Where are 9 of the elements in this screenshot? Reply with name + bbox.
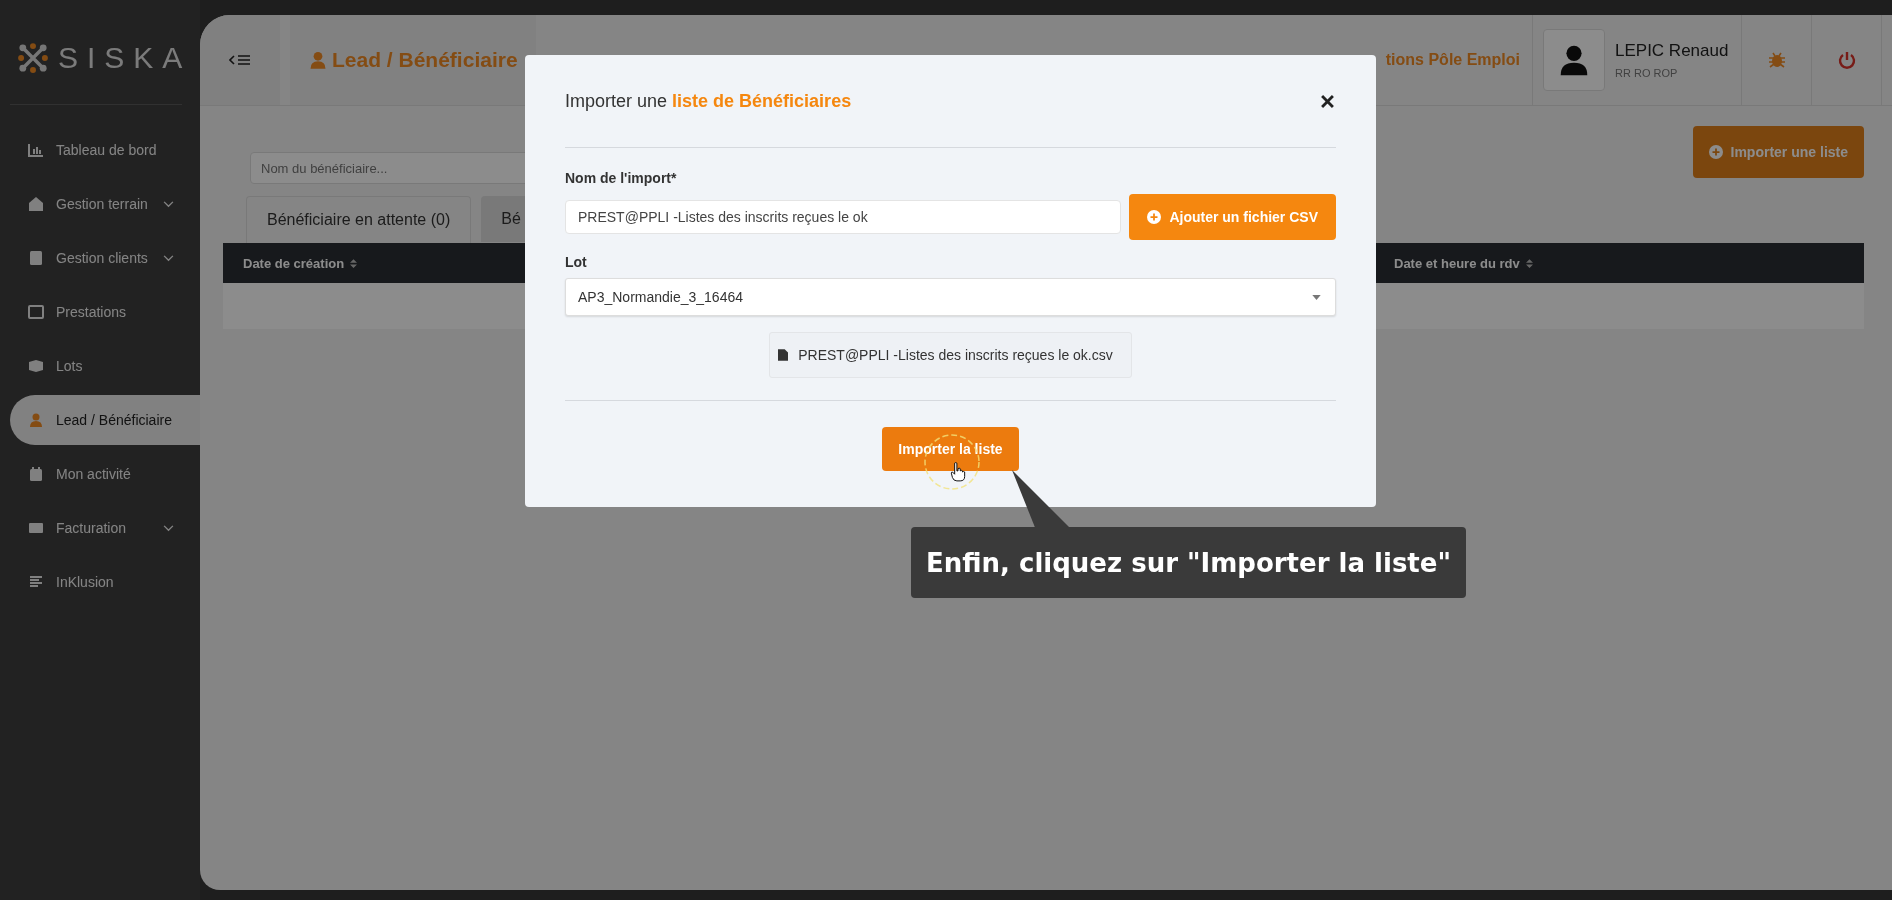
page-title: Lead / Bénéficiaire: [332, 48, 518, 72]
field-label: Lot: [565, 254, 588, 270]
dialog-title: Importer une liste de Bénéficiaires: [565, 90, 852, 112]
file-chip: PREST@PPLI -Listes des inscrits reçues le ok.csv: [769, 332, 1132, 378]
context-label: tions Pôle Emploi: [1385, 51, 1520, 69]
user-name: LEPIC Renaud: [1615, 41, 1730, 61]
logo-text: SISKA: [58, 41, 192, 75]
user-role: RR RO ROP: [1615, 67, 1679, 79]
field-label: Nom de l'import*: [565, 170, 678, 186]
